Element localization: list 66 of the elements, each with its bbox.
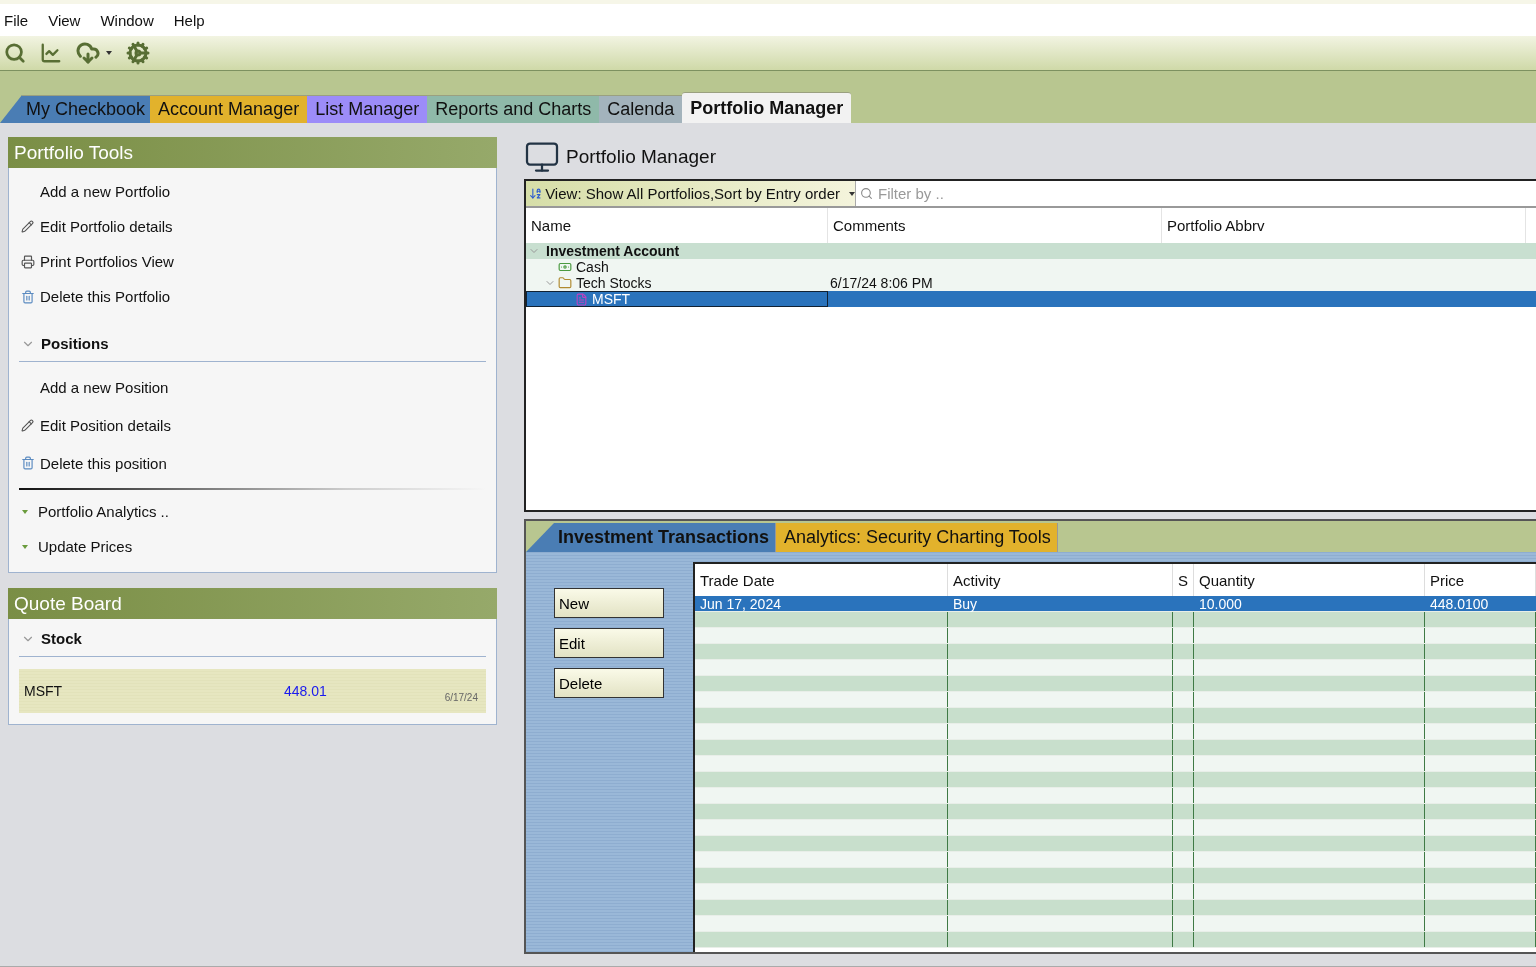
sort-icon (529, 186, 543, 201)
page-title: Portfolio Manager (566, 146, 716, 168)
tab[interactable]: Reports and Charts (427, 95, 600, 123)
stock-price: 448.01 (284, 683, 328, 699)
action-link[interactable]: Portfolio Analytics .. (38, 503, 169, 520)
action-link[interactable]: Edit Position details (40, 416, 171, 434)
document-icon (575, 292, 588, 306)
action-button[interactable]: New (554, 588, 664, 618)
tab[interactable]: Analytics: Security Charting Tools (776, 523, 1058, 552)
action-link[interactable]: Update Prices (38, 538, 133, 555)
action-button[interactable]: Delete (554, 668, 664, 698)
table-cell: 448.0100 (1430, 595, 1489, 612)
section-title: Positions (41, 335, 109, 352)
printer-icon (20, 254, 35, 269)
transaction-row[interactable]: Jun 17, 2024 Buy 10.000 448.0100 (695, 596, 1536, 612)
tree-label: MSFT (592, 291, 631, 307)
comment-text: 6/17/24 8:06 PM (830, 275, 933, 291)
tab[interactable]: Calenda (599, 95, 683, 123)
tree-label: Tech Stocks (576, 275, 652, 291)
menu-item[interactable]: Window (100, 11, 164, 29)
chart-icon[interactable] (40, 42, 62, 64)
tree-label: Cash (576, 259, 609, 275)
caret-icon[interactable] (106, 51, 112, 55)
trash-icon (20, 456, 35, 470)
action-link[interactable]: Print Portfolios View (40, 253, 174, 270)
tab[interactable]: Account Manager (150, 95, 308, 123)
monitor-icon (524, 139, 560, 175)
table-cell: Jun 17, 2024 (700, 595, 781, 612)
tab[interactable]: Investment Transactions (526, 523, 777, 552)
search-icon[interactable] (4, 42, 26, 64)
expand-triangle-icon[interactable] (22, 509, 28, 514)
menu-item[interactable]: File (4, 11, 39, 29)
menu-item[interactable]: View (48, 11, 91, 29)
action-link[interactable]: Add a new Portfolio (40, 183, 171, 200)
quote-date: 6/17/24 (444, 692, 478, 703)
tab[interactable]: List Manager (307, 95, 428, 123)
panel-title: Portfolio Tools (8, 137, 497, 168)
settings-icon[interactable] (126, 41, 150, 65)
action-link[interactable]: Add a new Position (40, 378, 169, 396)
action-link[interactable]: Edit Portfolio details (40, 218, 173, 235)
panel-title: Quote Board (8, 588, 497, 619)
tree-row[interactable]: MSFT (526, 291, 1536, 307)
action-link[interactable]: Delete this position (40, 454, 167, 472)
money-icon (558, 260, 572, 274)
menu-item[interactable]: Help (173, 11, 215, 29)
tab[interactable]: My Checkbook (0, 95, 151, 123)
table-cell: 10.000 (1199, 595, 1242, 612)
pencil-icon (21, 418, 34, 432)
expand-triangle-icon[interactable] (22, 544, 28, 549)
action-button[interactable]: Edit (554, 628, 664, 658)
cloud-download-icon[interactable] (76, 41, 100, 65)
stock-symbol: MSFT (24, 683, 64, 699)
tree-row[interactable]: Cash (526, 259, 1536, 275)
tab[interactable]: Portfolio Manager (682, 92, 852, 123)
quote-row[interactable]: MSFT 448.01 6/17/24 (19, 669, 486, 713)
tree-row[interactable]: Tech Stocks 6/17/24 8:06 PM (526, 275, 1536, 291)
folder-icon (558, 276, 572, 290)
search-icon (860, 187, 873, 200)
view-dropdown[interactable]: View: Show All Portfolios,Sort by Entry order (526, 181, 856, 206)
table-cell: Buy (953, 595, 978, 612)
pencil-icon (21, 220, 34, 233)
tree-label: Investment Account (546, 243, 680, 259)
section-title: Stock (41, 630, 82, 647)
tree-row[interactable]: Investment Account (526, 243, 1536, 259)
trash-icon (20, 289, 35, 304)
action-link[interactable]: Delete this Portfolio (40, 288, 171, 305)
